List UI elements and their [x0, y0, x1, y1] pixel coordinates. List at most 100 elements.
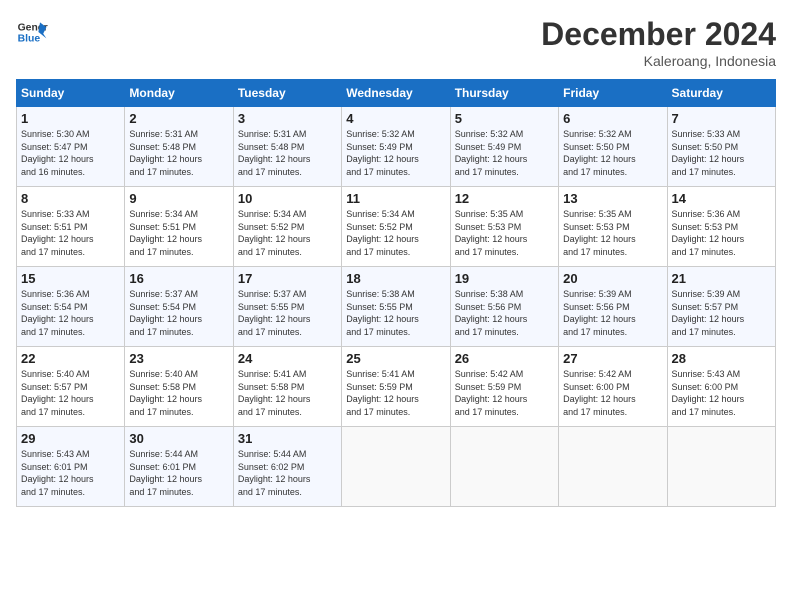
day-number-8: 8 [21, 191, 120, 206]
day-cell-29: 29 Sunrise: 5:43 AM Sunset: 6:01 PM Dayli… [17, 427, 125, 507]
header-thursday: Thursday [450, 80, 558, 107]
day-info-27: Sunrise: 5:42 AM Sunset: 6:00 PM Dayligh… [563, 368, 662, 418]
location: Kaleroang, Indonesia [541, 53, 776, 69]
day-info-14: Sunrise: 5:36 AM Sunset: 5:53 PM Dayligh… [672, 208, 771, 258]
day-cell-10: 10 Sunrise: 5:34 AM Sunset: 5:52 PM Dayli… [233, 187, 341, 267]
week-row-5: 29 Sunrise: 5:43 AM Sunset: 6:01 PM Dayli… [17, 427, 776, 507]
day-info-21: Sunrise: 5:39 AM Sunset: 5:57 PM Dayligh… [672, 288, 771, 338]
day-info-17: Sunrise: 5:37 AM Sunset: 5:55 PM Dayligh… [238, 288, 337, 338]
week-row-3: 15 Sunrise: 5:36 AM Sunset: 5:54 PM Dayli… [17, 267, 776, 347]
header-friday: Friday [559, 80, 667, 107]
day-cell-6: 6 Sunrise: 5:32 AM Sunset: 5:50 PM Daylig… [559, 107, 667, 187]
day-cell-3: 3Sunrise: 5:31 AM Sunset: 5:48 PM Daylig… [233, 107, 341, 187]
day-info-6: Sunrise: 5:32 AM Sunset: 5:50 PM Dayligh… [563, 128, 662, 178]
day-info-4: Sunrise: 5:32 AM Sunset: 5:49 PM Dayligh… [346, 128, 445, 178]
header-wednesday: Wednesday [342, 80, 450, 107]
svg-text:Blue: Blue [18, 34, 41, 45]
day-number-21: 21 [672, 271, 771, 286]
day-number-15: 15 [21, 271, 120, 286]
day-info-16: Sunrise: 5:37 AM Sunset: 5:54 PM Dayligh… [129, 288, 228, 338]
day-cell-16: 16 Sunrise: 5:37 AM Sunset: 5:54 PM Dayli… [125, 267, 233, 347]
day-info-22: Sunrise: 5:40 AM Sunset: 5:57 PM Dayligh… [21, 368, 120, 418]
day-cell-1: 1 Sunrise: 5:30 AM Sunset: 5:47 PM Daylig… [17, 107, 125, 187]
day-number-28: 28 [672, 351, 771, 366]
day-number-31: 31 [238, 431, 337, 446]
day-cell-35 [667, 427, 775, 507]
day-number-14: 14 [672, 191, 771, 206]
title-area: December 2024 Kaleroang, Indonesia [541, 16, 776, 69]
day-number-24: 24 [238, 351, 337, 366]
day-cell-31: 31 Sunrise: 5:44 AM Sunset: 6:02 PM Dayli… [233, 427, 341, 507]
day-cell-14: 14 Sunrise: 5:36 AM Sunset: 5:53 PM Dayli… [667, 187, 775, 267]
day-info-26: Sunrise: 5:42 AM Sunset: 5:59 PM Dayligh… [455, 368, 554, 418]
day-info-29: Sunrise: 5:43 AM Sunset: 6:01 PM Dayligh… [21, 448, 120, 498]
day-info-5: Sunrise: 5:32 AM Sunset: 5:49 PM Dayligh… [455, 128, 554, 178]
month-title: December 2024 [541, 16, 776, 53]
day-cell-28: 28Sunrise: 5:43 AM Sunset: 6:00 PM Dayli… [667, 347, 775, 427]
day-cell-20: 20Sunrise: 5:39 AM Sunset: 5:56 PM Dayli… [559, 267, 667, 347]
day-number-27: 27 [563, 351, 662, 366]
day-info-9: Sunrise: 5:34 AM Sunset: 5:51 PM Dayligh… [129, 208, 228, 258]
day-cell-7: 7 Sunrise: 5:33 AM Sunset: 5:50 PM Daylig… [667, 107, 775, 187]
day-info-18: Sunrise: 5:38 AM Sunset: 5:55 PM Dayligh… [346, 288, 445, 338]
header-row: Sunday Monday Tuesday Wednesday Thursday… [17, 80, 776, 107]
day-number-22: 22 [21, 351, 120, 366]
day-info-10: Sunrise: 5:34 AM Sunset: 5:52 PM Dayligh… [238, 208, 337, 258]
day-info-13: Sunrise: 5:35 AM Sunset: 5:53 PM Dayligh… [563, 208, 662, 258]
day-number-7: 7 [672, 111, 771, 126]
day-number-1: 1 [21, 111, 120, 126]
day-cell-12: 12Sunrise: 5:35 AM Sunset: 5:53 PM Dayli… [450, 187, 558, 267]
day-info-30: Sunrise: 5:44 AM Sunset: 6:01 PM Dayligh… [129, 448, 228, 498]
day-info-31: Sunrise: 5:44 AM Sunset: 6:02 PM Dayligh… [238, 448, 337, 498]
week-row-4: 22 Sunrise: 5:40 AM Sunset: 5:57 PM Dayli… [17, 347, 776, 427]
header-saturday: Saturday [667, 80, 775, 107]
day-info-20: Sunrise: 5:39 AM Sunset: 5:56 PM Dayligh… [563, 288, 662, 338]
week-row-1: 1 Sunrise: 5:30 AM Sunset: 5:47 PM Daylig… [17, 107, 776, 187]
day-number-17: 17 [238, 271, 337, 286]
header-sunday: Sunday [17, 80, 125, 107]
calendar-table: Sunday Monday Tuesday Wednesday Thursday… [16, 79, 776, 507]
day-cell-5: 5Sunrise: 5:32 AM Sunset: 5:49 PM Daylig… [450, 107, 558, 187]
day-info-12: Sunrise: 5:35 AM Sunset: 5:53 PM Dayligh… [455, 208, 554, 258]
calendar-header: Sunday Monday Tuesday Wednesday Thursday… [17, 80, 776, 107]
day-number-3: 3 [238, 111, 337, 126]
day-cell-18: 18Sunrise: 5:38 AM Sunset: 5:55 PM Dayli… [342, 267, 450, 347]
day-cell-15: 15 Sunrise: 5:36 AM Sunset: 5:54 PM Dayli… [17, 267, 125, 347]
day-cell-8: 8 Sunrise: 5:33 AM Sunset: 5:51 PM Daylig… [17, 187, 125, 267]
logo-icon: General Blue [16, 16, 48, 48]
day-number-6: 6 [563, 111, 662, 126]
day-number-11: 11 [346, 191, 445, 206]
day-number-23: 23 [129, 351, 228, 366]
day-number-19: 19 [455, 271, 554, 286]
header-monday: Monday [125, 80, 233, 107]
day-cell-24: 24 Sunrise: 5:41 AM Sunset: 5:58 PM Dayli… [233, 347, 341, 427]
day-info-23: Sunrise: 5:40 AM Sunset: 5:58 PM Dayligh… [129, 368, 228, 418]
day-number-2: 2 [129, 111, 228, 126]
day-cell-27: 27 Sunrise: 5:42 AM Sunset: 6:00 PM Dayli… [559, 347, 667, 427]
day-info-1: Sunrise: 5:30 AM Sunset: 5:47 PM Dayligh… [21, 128, 120, 178]
day-number-9: 9 [129, 191, 228, 206]
day-cell-25: 25Sunrise: 5:41 AM Sunset: 5:59 PM Dayli… [342, 347, 450, 427]
day-cell-4: 4 Sunrise: 5:32 AM Sunset: 5:49 PM Daylig… [342, 107, 450, 187]
day-info-7: Sunrise: 5:33 AM Sunset: 5:50 PM Dayligh… [672, 128, 771, 178]
day-info-19: Sunrise: 5:38 AM Sunset: 5:56 PM Dayligh… [455, 288, 554, 338]
day-number-10: 10 [238, 191, 337, 206]
day-info-2: Sunrise: 5:31 AM Sunset: 5:48 PM Dayligh… [129, 128, 228, 178]
logo: General Blue [16, 16, 48, 48]
day-cell-9: 9 Sunrise: 5:34 AM Sunset: 5:51 PM Daylig… [125, 187, 233, 267]
day-number-16: 16 [129, 271, 228, 286]
header: General Blue December 2024 Kaleroang, In… [16, 16, 776, 69]
calendar-body: 1 Sunrise: 5:30 AM Sunset: 5:47 PM Daylig… [17, 107, 776, 507]
day-info-8: Sunrise: 5:33 AM Sunset: 5:51 PM Dayligh… [21, 208, 120, 258]
day-cell-26: 26Sunrise: 5:42 AM Sunset: 5:59 PM Dayli… [450, 347, 558, 427]
week-row-2: 8 Sunrise: 5:33 AM Sunset: 5:51 PM Daylig… [17, 187, 776, 267]
day-cell-2: 2 Sunrise: 5:31 AM Sunset: 5:48 PM Daylig… [125, 107, 233, 187]
day-info-15: Sunrise: 5:36 AM Sunset: 5:54 PM Dayligh… [21, 288, 120, 338]
day-cell-23: 23 Sunrise: 5:40 AM Sunset: 5:58 PM Dayli… [125, 347, 233, 427]
day-info-24: Sunrise: 5:41 AM Sunset: 5:58 PM Dayligh… [238, 368, 337, 418]
day-cell-34 [559, 427, 667, 507]
header-tuesday: Tuesday [233, 80, 341, 107]
day-number-4: 4 [346, 111, 445, 126]
day-cell-32 [342, 427, 450, 507]
day-number-29: 29 [21, 431, 120, 446]
